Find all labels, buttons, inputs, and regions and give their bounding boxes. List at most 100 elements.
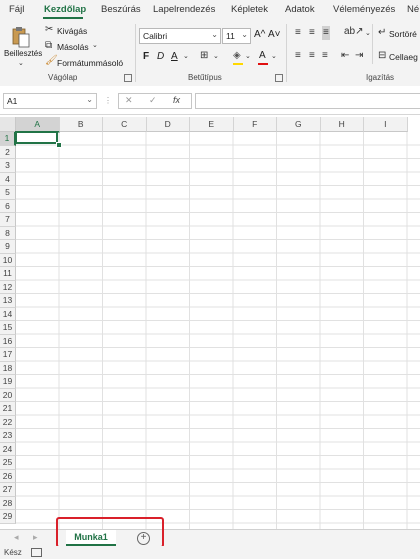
cut-icon[interactable]: ✂ — [45, 25, 53, 35]
row-header-1[interactable]: 1 — [0, 132, 16, 146]
row-header-22[interactable]: 22 — [0, 415, 16, 429]
row-header-8[interactable]: 8 — [0, 226, 16, 240]
align-center-icon[interactable]: ≡ — [309, 51, 315, 61]
grow-font-button[interactable]: A^ — [254, 29, 265, 40]
row-header-24[interactable]: 24 — [0, 442, 16, 456]
column-header-d[interactable]: D — [146, 117, 190, 132]
italic-button[interactable]: D — [157, 51, 164, 62]
row-header-12[interactable]: 12 — [0, 280, 16, 294]
row-header-21[interactable]: 21 — [0, 402, 16, 416]
paste-button[interactable]: Beillesztés — [4, 49, 42, 58]
tab-view[interactable]: Né — [407, 4, 419, 15]
column-header-i[interactable]: I — [364, 117, 408, 132]
cancel-icon[interactable]: ✕ — [125, 95, 133, 106]
insert-function-button[interactable]: fx — [173, 95, 180, 105]
row-header-23[interactable]: 23 — [0, 429, 16, 443]
align-right-icon[interactable]: ≡ — [322, 51, 328, 61]
row-header-17[interactable]: 17 — [0, 348, 16, 362]
row-header-28[interactable]: 28 — [0, 496, 16, 510]
row-header-18[interactable]: 18 — [0, 361, 16, 375]
row-header-9[interactable]: 9 — [0, 240, 16, 254]
active-cell[interactable] — [15, 131, 58, 144]
row-header-15[interactable]: 15 — [0, 321, 16, 335]
format-painter-icon[interactable]: 🖌 — [45, 56, 58, 66]
orientation-icon[interactable]: ab↗ — [344, 27, 364, 37]
row-header-5[interactable]: 5 — [0, 186, 16, 200]
row-header-13[interactable]: 13 — [0, 294, 16, 308]
row-header-20[interactable]: 20 — [0, 388, 16, 402]
column-header-e[interactable]: E — [190, 117, 234, 132]
font-color-button[interactable]: A — [259, 50, 266, 61]
font-color-dropdown-icon[interactable]: ⌄ — [271, 52, 277, 62]
row-header-26[interactable]: 26 — [0, 469, 16, 483]
cell-area[interactable] — [16, 132, 420, 529]
wrap-text-icon[interactable]: ↵ — [378, 28, 386, 38]
row-header-11[interactable]: 11 — [0, 267, 16, 281]
select-all-button[interactable] — [0, 117, 16, 132]
tab-file[interactable]: Fájl — [9, 4, 24, 15]
format-painter-button[interactable]: Formátummásoló — [57, 58, 123, 68]
increase-indent-icon[interactable]: ⇥ — [355, 51, 363, 61]
row-header-2[interactable]: 2 — [0, 145, 16, 159]
paste-icon[interactable] — [12, 26, 30, 48]
fill-handle[interactable] — [56, 142, 62, 148]
copy-button[interactable]: Másolás — [57, 42, 89, 52]
cut-button[interactable]: Kivágás — [57, 26, 87, 36]
column-header-c[interactable]: C — [103, 117, 147, 132]
font-name-select[interactable]: Calibri ⌄ — [139, 28, 221, 44]
next-sheet-icon[interactable]: ▸ — [33, 532, 38, 543]
align-bottom-icon[interactable]: ≡ — [322, 26, 330, 40]
row-header-4[interactable]: 4 — [0, 172, 16, 186]
borders-icon[interactable]: ⊞ — [200, 51, 208, 61]
borders-dropdown-icon[interactable]: ⌄ — [213, 52, 219, 62]
prev-sheet-icon[interactable]: ◂ — [14, 532, 19, 543]
shrink-font-button[interactable]: A˅ — [268, 29, 281, 40]
row-header-27[interactable]: 27 — [0, 483, 16, 497]
wrap-text-button[interactable]: Sortöré — [389, 29, 417, 39]
tab-data[interactable]: Adatok — [285, 4, 315, 15]
name-box[interactable]: A1 ⌄ — [3, 93, 97, 109]
align-middle-icon[interactable]: ≡ — [309, 28, 315, 38]
copy-dropdown-icon[interactable]: ⌄ — [92, 41, 98, 51]
row-header-19[interactable]: 19 — [0, 375, 16, 389]
align-top-icon[interactable]: ≡ — [295, 28, 301, 38]
column-header-b[interactable]: B — [59, 117, 103, 132]
merge-icon[interactable]: ⊟ — [378, 51, 386, 61]
clipboard-launcher-icon[interactable] — [124, 74, 132, 82]
column-header-f[interactable]: F — [233, 117, 277, 132]
enter-icon[interactable]: ✓ — [149, 95, 157, 106]
align-left-icon[interactable]: ≡ — [295, 51, 301, 61]
fill-color-icon[interactable]: ◈ — [233, 51, 241, 61]
font-size-select[interactable]: 11 ⌄ — [222, 28, 251, 44]
row-header-3[interactable]: 3 — [0, 159, 16, 173]
formula-input[interactable] — [195, 93, 420, 109]
fill-color-dropdown-icon[interactable]: ⌄ — [245, 52, 251, 62]
row-header-14[interactable]: 14 — [0, 307, 16, 321]
orientation-dropdown-icon[interactable]: ⌄ — [365, 29, 371, 39]
macro-record-icon[interactable] — [31, 548, 42, 557]
row-header-16[interactable]: 16 — [0, 334, 16, 348]
formula-buttons: ✕ ✓ fx — [118, 93, 192, 109]
font-launcher-icon[interactable] — [275, 74, 283, 82]
underline-button[interactable]: A — [171, 51, 178, 62]
column-header-h[interactable]: H — [320, 117, 364, 132]
decrease-indent-icon[interactable]: ⇤ — [341, 51, 349, 61]
group-divider — [286, 24, 287, 82]
column-header-g[interactable]: G — [277, 117, 321, 132]
tab-formulas[interactable]: Képletek — [231, 4, 268, 15]
tab-home[interactable]: Kezdőlap — [44, 4, 86, 15]
copy-icon[interactable]: ⧉ — [45, 41, 52, 51]
tab-insert[interactable]: Beszúrás — [101, 4, 141, 15]
row-header-6[interactable]: 6 — [0, 199, 16, 213]
underline-dropdown-icon[interactable]: ⌄ — [183, 52, 189, 62]
ribbon: Beillesztés ⌄ ✂ Kivágás ⧉ Másolás ⌄ 🖌 Fo… — [0, 20, 420, 87]
tab-review[interactable]: Véleményezés — [333, 4, 395, 15]
bold-button[interactable]: F — [143, 51, 149, 62]
row-header-10[interactable]: 10 — [0, 253, 16, 267]
paste-dropdown-icon[interactable]: ⌄ — [18, 59, 24, 69]
row-header-7[interactable]: 7 — [0, 213, 16, 227]
merge-button[interactable]: Cellaeg — [389, 52, 418, 62]
row-header-25[interactable]: 25 — [0, 456, 16, 470]
tab-page-layout[interactable]: Lapelrendezés — [153, 4, 215, 15]
row-header-29[interactable]: 29 — [0, 510, 16, 524]
